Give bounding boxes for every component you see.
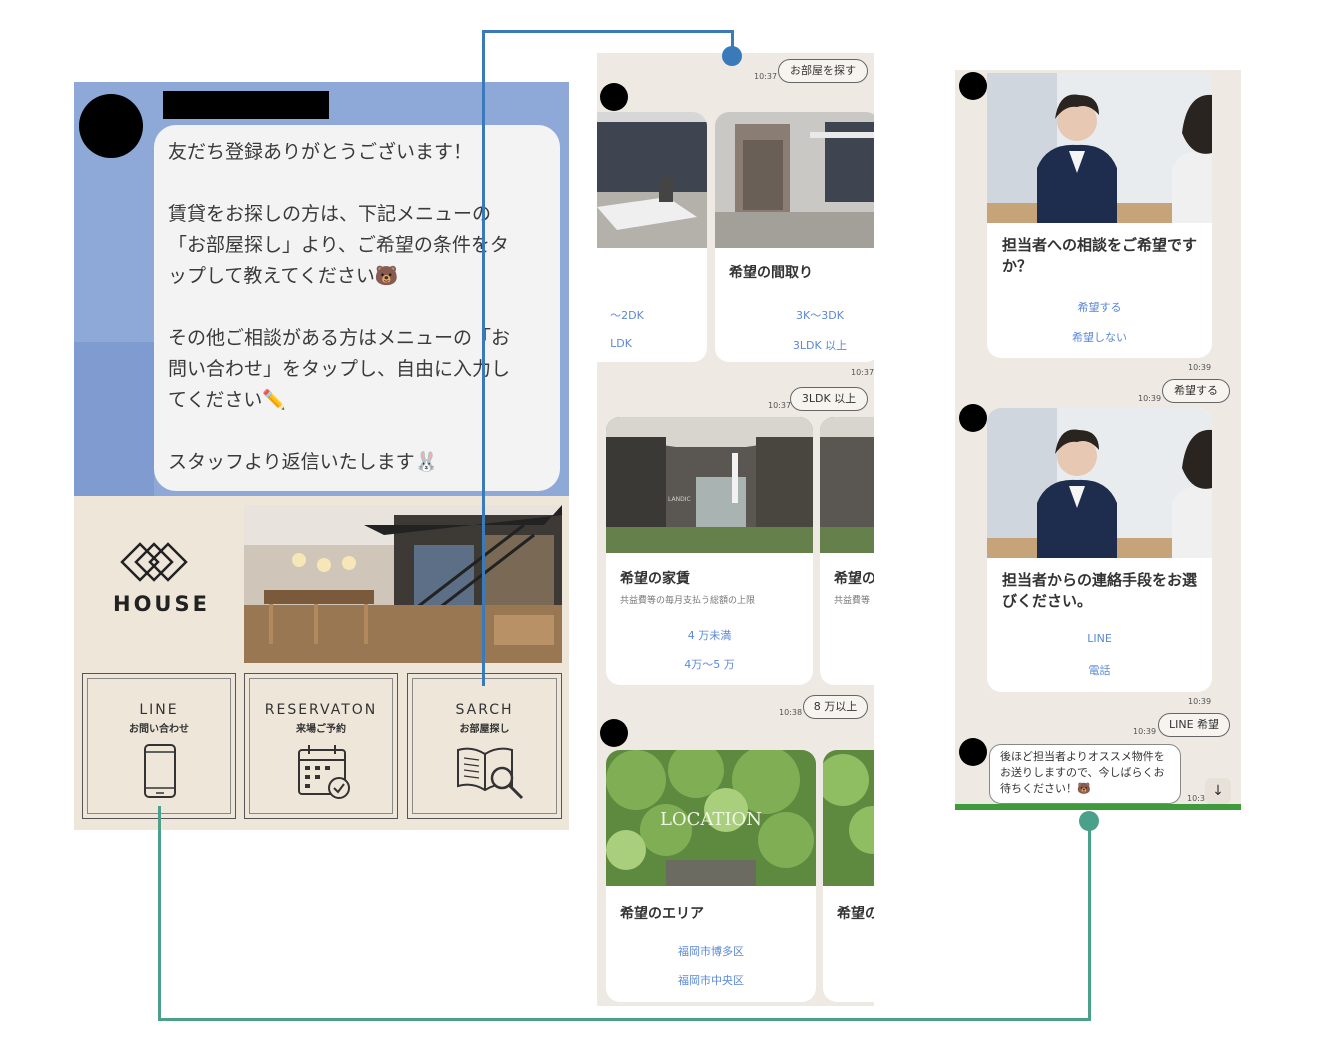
forest-photo: LOCATION [606,750,816,886]
consult-option[interactable]: 希望しない [987,329,1212,345]
welcome-line: 「お部屋探し」より、ご希望の条件をタ [168,234,509,256]
layout-option[interactable]: LDK [597,337,645,350]
scroll-down-button[interactable]: ↓ [1205,778,1231,804]
user-reply-bubble: 8 万以上 [803,695,868,719]
card-title: 希望の [837,906,874,922]
building-sign: LANDIC [668,496,691,503]
house-logo-icon [120,542,188,582]
message-time: 10:39 [1188,697,1212,706]
bot-avatar [959,738,987,766]
card-description: 共益費等 [834,596,871,606]
menu-subtitle: 来場ご予約 [296,724,346,735]
card-title: 希望の [834,571,874,587]
rent-option[interactable]: 4 万未満 [606,627,813,643]
message-time: 10:37 [754,72,778,81]
forest-photo [823,750,874,886]
message-time: 10:39 [1133,727,1157,736]
menu-button-search[interactable]: SARCH お部屋探し [407,673,562,819]
welcome-line: 問い合わせ」をタップし、自由に入力し [168,358,511,380]
bot-avatar [959,72,987,100]
welcome-line: その他ご相談がある方はメニューの「お [168,327,511,349]
contact-option[interactable]: 電話 [987,662,1212,678]
area-option[interactable]: 福岡市中央区 [606,972,816,988]
area-option[interactable]: 福岡市博多区 [606,943,816,959]
user-reply-bubble: LINE 希望 [1158,713,1230,737]
book-search-icon [457,747,524,800]
bot-avatar [600,83,628,111]
menu-button-line[interactable]: LINE お問い合わせ [82,673,236,819]
consult-option[interactable]: 希望する [987,299,1212,315]
connector-dot-blue [722,46,742,66]
layout-option[interactable]: 3LDK 以上 [765,337,874,353]
location-overlay-text: LOCATION [660,809,762,830]
rent-card-partial: 希望の 共益費等 [820,417,874,685]
contact-option[interactable]: LINE [987,632,1212,645]
area-card-partial: 希望の [823,750,874,1002]
connector-line-blue [482,30,485,686]
interior-photo [244,505,562,663]
rent-option[interactable]: 4万〜5 万 [606,656,813,672]
room-photo [715,112,874,248]
menu-button-reservation[interactable]: RESERVATON 来場ご予約 [244,673,398,819]
contact-method-card: 担当者からの連絡手段をお選びください。 LINE 電話 [987,408,1212,692]
menu-title: LINE [139,702,179,718]
menu-title: RESERVATON [264,702,378,718]
card-title: 担当者からの連絡手段をお選びください。 [1002,571,1198,610]
welcome-line: 賃貸をお探しの方は、下記メニューの [168,203,492,225]
consultation-photo [987,408,1212,558]
connector-line-green [158,1018,1091,1021]
connector-line-blue [482,30,734,33]
user-reply-bubble: 希望する [1162,379,1230,403]
message-time: 10:39 [1138,394,1162,403]
consultation-chat-panel: 担当者への相談をご希望ですか？ 希望する 希望しない 10:39 10:39 希… [955,70,1241,810]
layout-card-partial: 〜2DK LDK [597,112,707,362]
message-time: 10:37 [851,368,874,377]
consult-card: 担当者への相談をご希望ですか？ 希望する 希望しない [987,73,1212,358]
menu-subtitle: お部屋探し [459,724,510,735]
user-reply-bubble: 3LDK 以上 [790,387,868,411]
card-title: 担当者への相談をご希望ですか？ [1002,236,1198,275]
room-photo [597,112,707,248]
building-entrance-photo [820,417,874,553]
welcome-line: スタッフより返信いたします🐰 [168,451,439,473]
arrow-down-icon: ↓ [1212,783,1224,799]
room-search-chat-panel: 10:37 お部屋を探す 〜2DK LDK 希望の間取り 3K〜3DK 3LDK… [597,53,874,1006]
bot-avatar [959,404,987,432]
input-bar-edge [955,804,1241,810]
menu-title: SARCH [455,702,514,718]
message-time: 10:37 [768,401,792,410]
calendar-check-icon [298,745,350,799]
layout-option[interactable]: 3K〜3DK [765,307,874,323]
card-title: 希望の間取り [729,265,813,281]
area-card: LOCATION 希望のエリア 福岡市博多区 福岡市中央区 [606,750,816,1002]
card-title: 希望のエリア [620,906,704,922]
final-message-bubble: 後ほど担当者よりオススメ物件をお送りしますので、今しばらくお待ちください！🐻 [989,744,1181,804]
card-title: 希望の家賃 [620,571,690,587]
bot-avatar [600,719,628,747]
layout-option[interactable]: 〜2DK [597,307,657,323]
message-time: 10:39 [1188,363,1212,372]
smartphone-icon [144,744,176,798]
message-time: 10:38 [779,708,803,717]
rent-card: LANDIC 希望の家賃 共益費等の毎月支払う総額の上限 4 万未満 4万〜5 … [606,417,813,685]
layout-card: 希望の間取り 3K〜3DK 3LDK 以上 [715,112,874,362]
connector-line-green [1088,820,1091,1021]
menu-subtitle: お問い合わせ [129,724,189,735]
connector-dot-green [1079,811,1099,831]
welcome-message-bubble: 友だち登録ありがとうございます！ 賃貸をお探しの方は、下記メニューの 「お部屋探… [154,125,560,491]
consultation-photo [987,73,1212,223]
background-shade [74,342,154,496]
welcome-line: てください✏️ [168,389,287,411]
welcome-line: 友だち登録ありがとうございます！ [168,141,473,163]
avatar [79,94,143,158]
account-name-redacted [163,91,329,119]
logo-text: HOUSE [113,592,210,616]
building-entrance-photo: LANDIC [606,417,813,553]
card-description: 共益費等の毎月支払う総額の上限 [620,596,756,606]
user-reply-bubble: お部屋を探す [778,59,868,83]
connector-line-green [158,806,161,1021]
welcome-line: ップして教えてください🐻 [168,265,399,287]
